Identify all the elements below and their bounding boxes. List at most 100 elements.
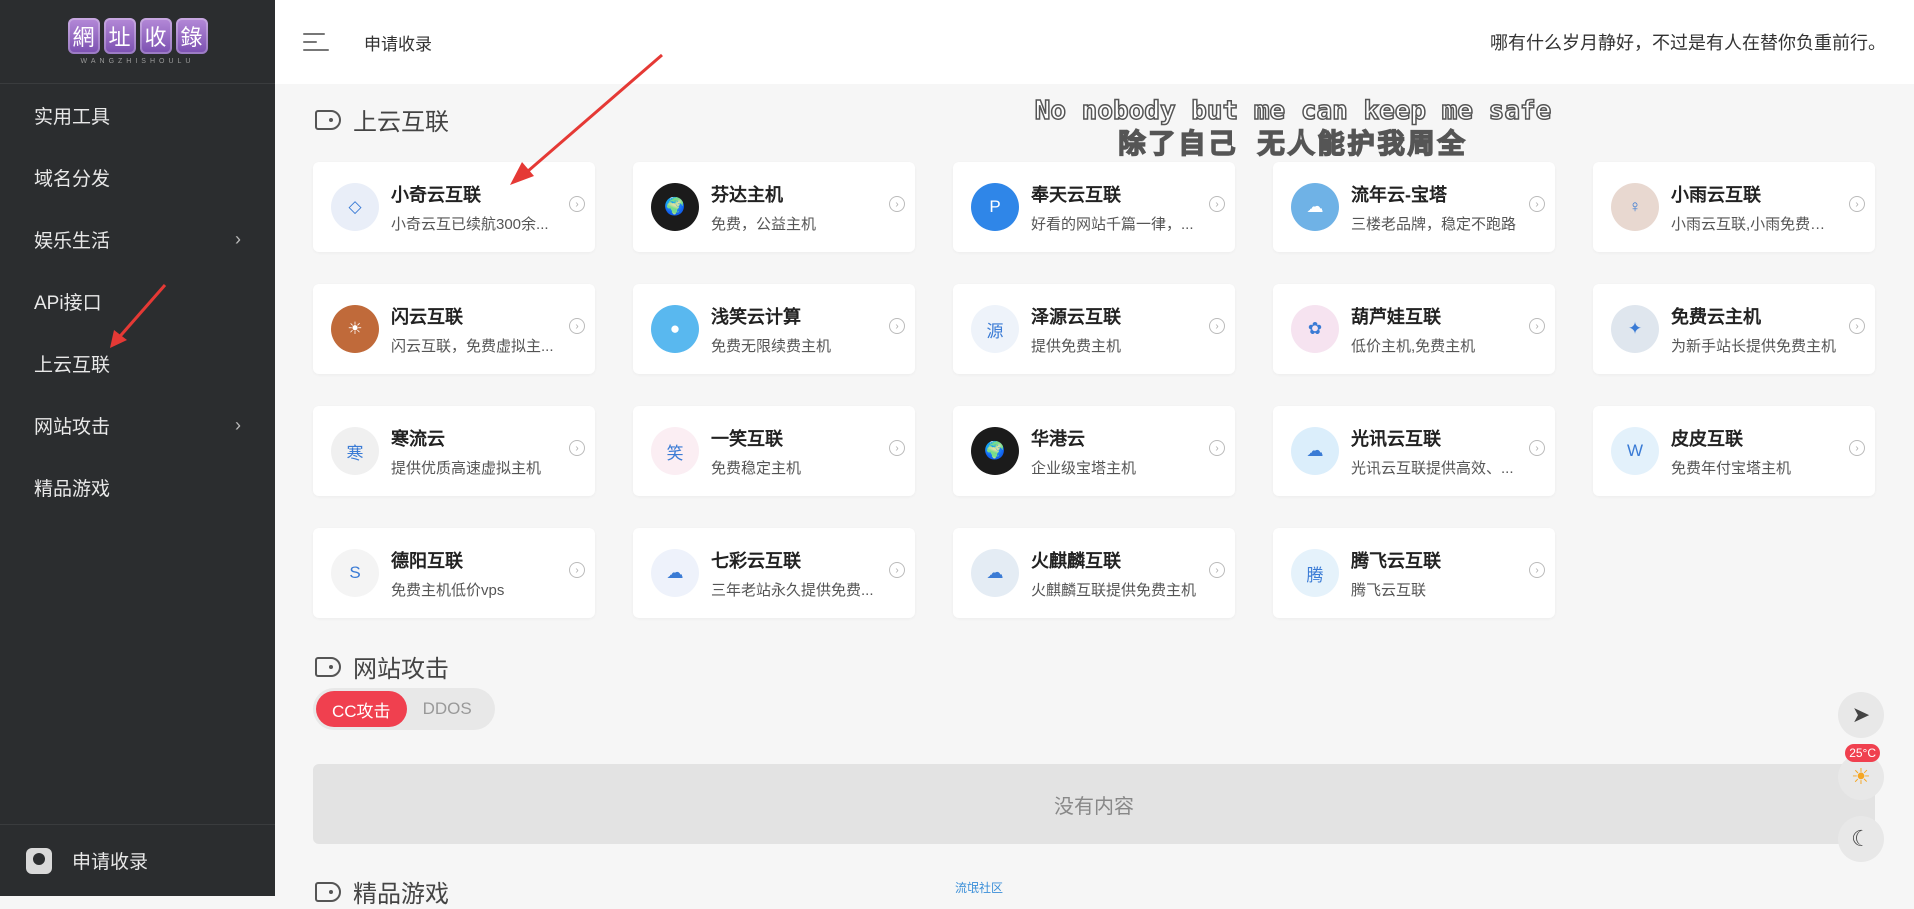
- site-card-name: 华港云: [1031, 428, 1085, 449]
- weather-button[interactable]: ☀ 25°C: [1838, 744, 1884, 800]
- sidebar-item-label: 娱乐生活: [34, 230, 111, 252]
- sidebar-submit-link[interactable]: 申请收录: [0, 824, 275, 896]
- sidebar-item-tools[interactable]: 实用工具: [0, 84, 275, 146]
- site-card[interactable]: 寒寒流云 提供优质高速虚拟主机 ›: [313, 406, 595, 496]
- site-card[interactable]: ☁ 七彩云互联 三年老站永久提供免费... ›: [633, 528, 915, 618]
- sidebar-item-games[interactable]: 精品游戏: [0, 456, 275, 518]
- site-card-desc: 小奇云互已续航300余...: [391, 215, 549, 233]
- site-card-name: 德阳互联: [391, 550, 463, 571]
- site-logo[interactable]: 網 址 收 錄 WANGZHISHOULU: [0, 0, 275, 84]
- arrow-up-icon: ➤: [1851, 702, 1871, 727]
- chevron-right-circle-icon[interactable]: ›: [569, 562, 585, 578]
- sidebar-item-label: 网站攻击: [34, 416, 111, 438]
- site-card-name: 流年云-宝塔: [1351, 184, 1447, 205]
- chevron-right-circle-icon[interactable]: ›: [569, 318, 585, 334]
- chevron-right-circle-icon[interactable]: ›: [1529, 562, 1545, 578]
- site-card-text: 寒流云 提供优质高速虚拟主机: [391, 425, 581, 478]
- chevron-right-circle-icon[interactable]: ›: [569, 196, 585, 212]
- chevron-right-circle-icon[interactable]: ›: [1849, 196, 1865, 212]
- sidebar-item-api[interactable]: APi接口: [0, 270, 275, 332]
- site-card-desc: 企业级宝塔主机: [1031, 459, 1137, 477]
- sidebar-item-label: 实用工具: [34, 106, 111, 128]
- tab-ddos[interactable]: DDOS: [407, 691, 488, 727]
- header-submit-link[interactable]: 申请收录: [364, 30, 432, 55]
- tab-cc[interactable]: CC攻击: [316, 691, 407, 727]
- chevron-right-circle-icon[interactable]: ›: [889, 318, 905, 334]
- chevron-right-circle-icon[interactable]: ›: [889, 562, 905, 578]
- site-card[interactable]: 腾腾飞云互联 腾飞云互联 ›: [1273, 528, 1555, 618]
- logo-char: 網: [67, 18, 100, 54]
- site-card[interactable]: P 奉天云互联 好看的网站千篇一律，... ›: [953, 162, 1235, 252]
- chevron-right-circle-icon[interactable]: ›: [1849, 318, 1865, 334]
- back-to-top-button[interactable]: ➤: [1838, 692, 1884, 738]
- logo-subtitle: WANGZHISHOULU: [80, 58, 195, 65]
- chevron-right-circle-icon[interactable]: ›: [889, 440, 905, 456]
- sidebar-item-cloud[interactable]: 上云互联: [0, 332, 275, 394]
- site-card-icon: ●: [651, 305, 699, 353]
- site-card-icon: W: [1611, 427, 1659, 475]
- chevron-right-icon: ›: [235, 414, 241, 435]
- chevron-right-circle-icon[interactable]: ›: [1529, 196, 1545, 212]
- sidebar-item-entertainment[interactable]: 娱乐生活 ›: [0, 208, 275, 270]
- site-card[interactable]: S 德阳互联 免费主机低价vps ›: [313, 528, 595, 618]
- site-card[interactable]: 🌍 芬达主机 免费，公益主机 ›: [633, 162, 915, 252]
- footer-link[interactable]: 流氓社区: [955, 879, 1003, 896]
- site-card-grid: ◇ 小奇云互联 小奇云互已续航300余... › 🌍 芬达主机 免费，公益主机 › P 奉天云互联…: [313, 162, 1875, 618]
- site-card-icon: 腾: [1291, 549, 1339, 597]
- site-card[interactable]: ◇ 小奇云互联 小奇云互已续航300余... ›: [313, 162, 595, 252]
- site-card[interactable]: 源泽源云互联 提供免费主机 ›: [953, 284, 1235, 374]
- tag-icon: [315, 881, 341, 902]
- site-card[interactable]: ● 浅笑云计算 免费无限续费主机 ›: [633, 284, 915, 374]
- sun-icon: ☀: [1851, 764, 1871, 789]
- chevron-right-circle-icon[interactable]: ›: [889, 196, 905, 212]
- chevron-right-circle-icon[interactable]: ›: [1529, 440, 1545, 456]
- site-card[interactable]: 🌍 华港云 企业级宝塔主机 ›: [953, 406, 1235, 496]
- logo-char: 收: [139, 18, 172, 54]
- sidebar-nav: 实用工具 域名分发 娱乐生活 › APi接口 上云互联 网站攻击 › 精品游戏: [0, 84, 275, 518]
- site-card-text: 芬达主机 免费，公益主机: [711, 181, 901, 234]
- site-card-icon: 🌍: [651, 183, 699, 231]
- site-card[interactable]: ✦ 免费云主机 为新手站长提供免费主机 ›: [1593, 284, 1875, 374]
- chevron-right-circle-icon[interactable]: ›: [1849, 440, 1865, 456]
- sidebar-item-domains[interactable]: 域名分发: [0, 146, 275, 208]
- site-card-desc: 免费无限续费主机: [711, 337, 832, 355]
- chevron-right-circle-icon[interactable]: ›: [1209, 318, 1225, 334]
- site-card-desc: 火麒麟互联提供免费主机: [1031, 581, 1197, 599]
- sidebar-item-label: 精品游戏: [34, 478, 111, 500]
- tag-icon: [315, 109, 341, 130]
- empty-state: 没有内容: [313, 764, 1875, 844]
- site-card-name: 小雨云互联: [1671, 184, 1761, 205]
- site-card-icon: ☁: [1291, 427, 1339, 475]
- site-card-text: 闪云互联 闪云互联，免费虚拟主...: [391, 303, 581, 356]
- chevron-right-circle-icon[interactable]: ›: [1209, 562, 1225, 578]
- site-card-text: 葫芦娃互联 低价主机,免费主机: [1351, 303, 1541, 356]
- site-card[interactable]: ☀ 闪云互联 闪云互联，免费虚拟主... ›: [313, 284, 595, 374]
- section-title-games: 精品游戏: [315, 874, 449, 909]
- chevron-right-circle-icon[interactable]: ›: [569, 440, 585, 456]
- site-card-text: 小雨云互联 小雨云互联,小雨免费主...: [1671, 181, 1861, 234]
- site-card-icon: ✦: [1611, 305, 1659, 353]
- site-card-text: 德阳互联 免费主机低价vps: [391, 547, 581, 600]
- sidebar-item-attack[interactable]: 网站攻击 ›: [0, 394, 275, 456]
- site-card-icon: P: [971, 183, 1019, 231]
- site-card-text: 华港云企业级宝塔主机: [1031, 425, 1221, 478]
- dark-mode-button[interactable]: ☾: [1838, 816, 1884, 862]
- chevron-right-circle-icon[interactable]: ›: [1209, 440, 1225, 456]
- section-title-text: 上云互联: [353, 109, 449, 136]
- site-card[interactable]: ☁ 流年云-宝塔 三楼老品牌，稳定不跑路 ›: [1273, 162, 1555, 252]
- menu-toggle-icon[interactable]: [303, 31, 329, 53]
- site-card[interactable]: 笑一笑互联 免费稳定主机 ›: [633, 406, 915, 496]
- site-card-desc: 光讯云互联提供高效、...: [1351, 459, 1514, 477]
- site-card[interactable]: ☁ 光讯云互联 光讯云互联提供高效、... ›: [1273, 406, 1555, 496]
- chevron-right-circle-icon[interactable]: ›: [1529, 318, 1545, 334]
- site-card-text: 皮皮互联 免费年付宝塔主机: [1671, 425, 1861, 478]
- site-card[interactable]: ☁ 火麒麟互联 火麒麟互联提供免费主机 ›: [953, 528, 1235, 618]
- site-card-text: 腾飞云互联 腾飞云互联: [1351, 547, 1541, 600]
- chevron-right-circle-icon[interactable]: ›: [1209, 196, 1225, 212]
- site-card[interactable]: ✿ 葫芦娃互联 低价主机,免费主机 ›: [1273, 284, 1555, 374]
- submit-icon: [26, 847, 52, 874]
- site-card-text: 火麒麟互联 火麒麟互联提供免费主机: [1031, 547, 1221, 600]
- site-card[interactable]: ♀ 小雨云互联 小雨云互联,小雨免费主... ›: [1593, 162, 1875, 252]
- top-header: 申请收录 哪有什么岁月静好，不过是有人在替你负重前行。: [275, 0, 1914, 84]
- site-card[interactable]: W 皮皮互联 免费年付宝塔主机 ›: [1593, 406, 1875, 496]
